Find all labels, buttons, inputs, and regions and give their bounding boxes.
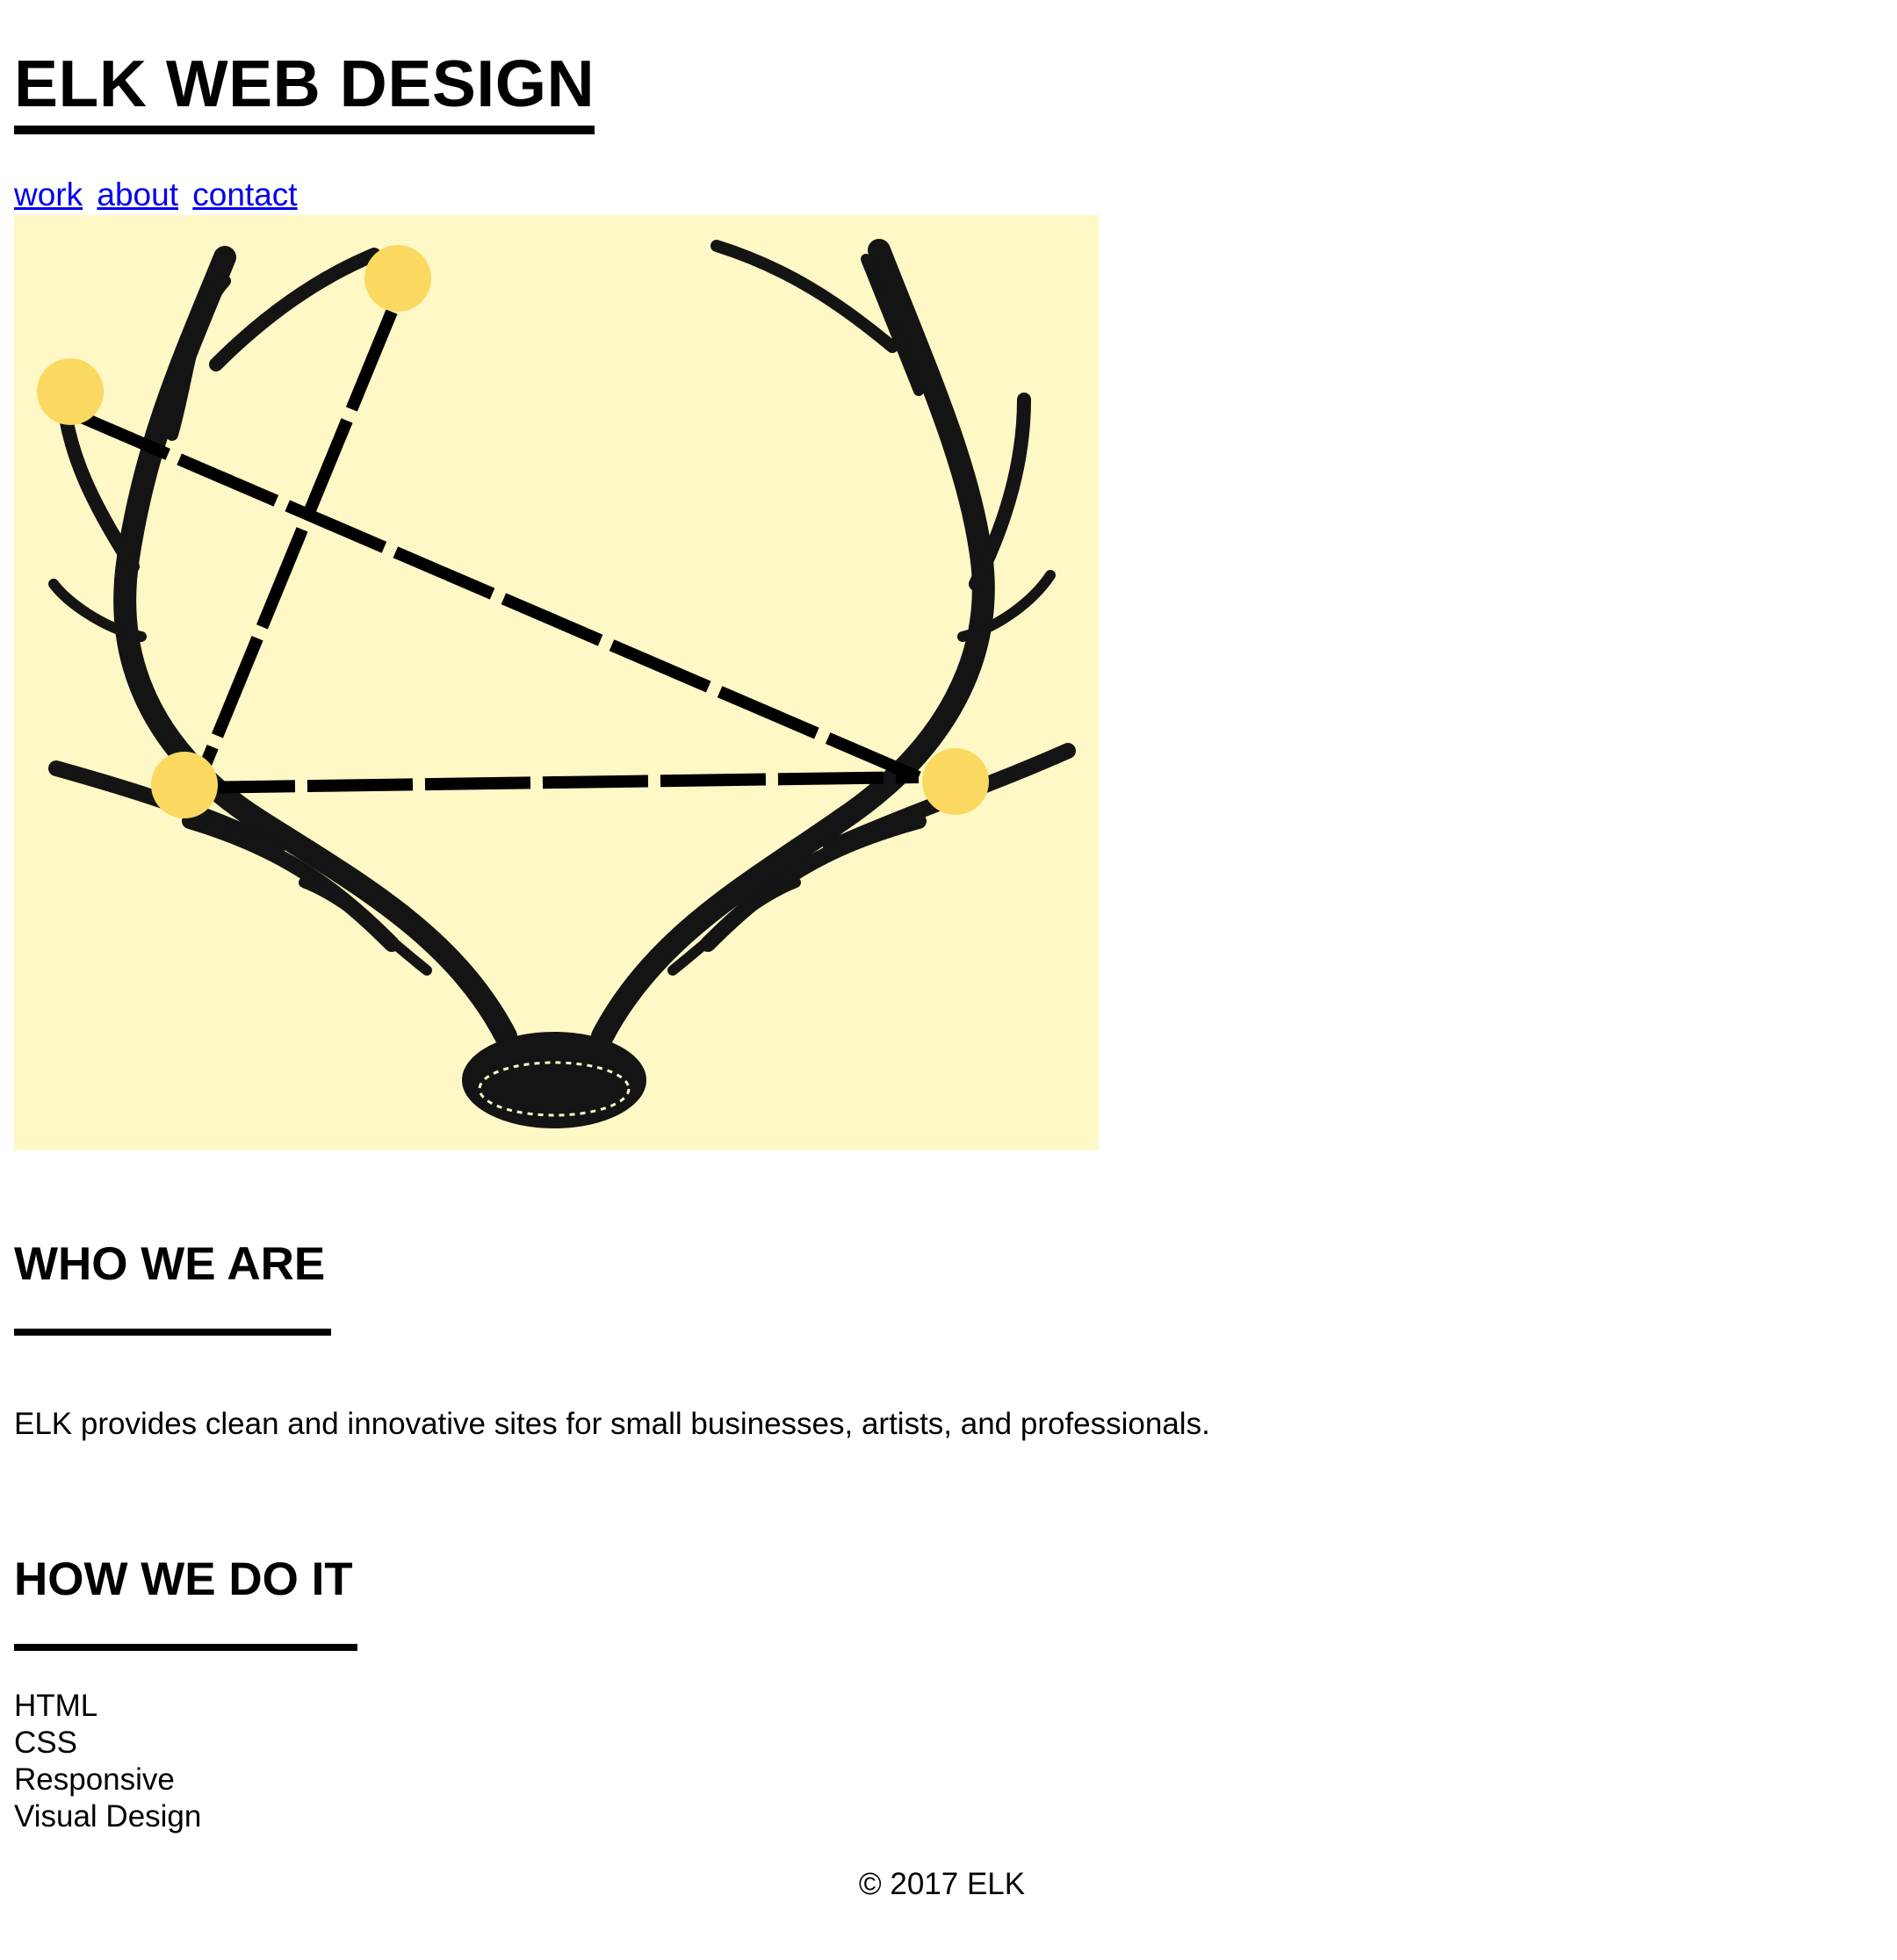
who-we-are-text: ELK provides clean and innovative sites … [14,1407,1210,1441]
nav-link-contact[interactable]: contact [192,177,297,213]
skills-list: HTML CSS Responsive Visual Design [14,1688,201,1835]
how-we-do-it-divider [14,1644,357,1651]
how-we-do-it-heading: HOW WE DO IT [14,1553,353,1605]
constellation-dot [364,245,431,312]
hero-antlers-image [14,215,1099,1150]
who-we-are-divider [14,1329,331,1336]
skill-item-html: HTML [14,1689,98,1723]
constellation-dot [922,748,989,815]
antler-skull-plate [462,1032,646,1128]
nav-link-work[interactable]: work [14,177,83,213]
skill-item-css: CSS [14,1726,77,1760]
footer-copyright: © 2017 ELK [858,1867,1026,1901]
nav-link-about[interactable]: about [97,177,178,213]
constellation-line [189,771,920,794]
skill-item-responsive: Responsive [14,1762,175,1797]
skill-item-visual-design: Visual Design [14,1799,202,1834]
constellation-dot [151,752,218,818]
main-nav: work about contact [14,176,303,214]
constellation-line [192,309,398,784]
antlers-illustration [37,239,1076,1128]
constellation-dot [37,358,104,425]
right-antler [591,239,995,1048]
site-title: ELK WEB DESIGN [14,51,595,134]
who-we-are-heading: WHO WE ARE [14,1238,326,1290]
constellation-line [69,407,921,783]
